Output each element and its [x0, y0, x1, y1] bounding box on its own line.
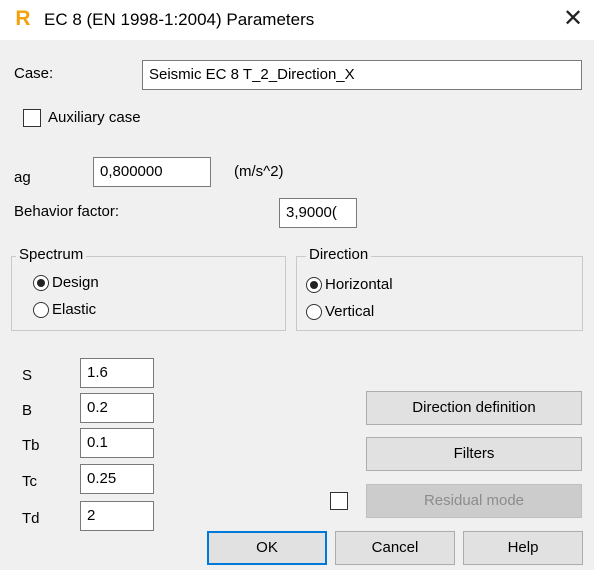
direction-vertical-radio[interactable] — [306, 304, 322, 320]
direction-horizontal-label: Horizontal — [325, 276, 393, 293]
app-logo-icon: R — [15, 7, 31, 30]
case-field[interactable]: Seismic EC 8 T_2_Direction_X — [142, 60, 582, 90]
auxiliary-case-checkbox[interactable] — [23, 109, 41, 127]
direction-definition-button[interactable]: Direction definition — [366, 391, 582, 425]
residual-mode-button: Residual mode — [366, 484, 582, 518]
param-td-label: Td — [22, 510, 40, 527]
ag-label: ag — [14, 169, 31, 186]
param-tc-field[interactable]: 0.25 — [80, 464, 154, 494]
ag-unit-label: (m/s^2) — [234, 163, 284, 180]
param-b-field[interactable]: 0.2 — [80, 393, 154, 423]
ok-button[interactable]: OK — [207, 531, 327, 565]
param-tb-field[interactable]: 0.1 — [80, 428, 154, 458]
param-tb-label: Tb — [22, 437, 40, 454]
param-tc-label: Tc — [22, 473, 37, 490]
filters-button[interactable]: Filters — [366, 437, 582, 471]
auxiliary-case-label: Auxiliary case — [48, 109, 141, 126]
param-s-label: S — [22, 367, 33, 384]
spectrum-design-label: Design — [52, 274, 99, 291]
ag-field[interactable]: 0,800000 — [93, 157, 211, 187]
title-bar: R EC 8 (EN 1998-1:2004) Parameters ✕ — [0, 0, 594, 40]
spectrum-elastic-radio[interactable] — [33, 302, 49, 318]
spectrum-design-radio[interactable] — [33, 275, 49, 291]
param-b-label: B — [22, 402, 33, 419]
help-button[interactable]: Help — [463, 531, 583, 565]
behavior-factor-label: Behavior factor: — [14, 203, 120, 220]
behavior-factor-field[interactable]: 3,9000( — [279, 198, 357, 228]
direction-group-title: Direction — [306, 246, 372, 264]
direction-vertical-label: Vertical — [325, 303, 375, 320]
close-icon[interactable]: ✕ — [558, 4, 588, 34]
spectrum-elastic-label: Elastic — [52, 301, 97, 318]
direction-horizontal-radio[interactable] — [306, 277, 322, 293]
spectrum-group-title: Spectrum — [16, 246, 87, 264]
residual-mode-checkbox[interactable] — [330, 492, 348, 510]
cancel-button[interactable]: Cancel — [335, 531, 455, 565]
param-td-field[interactable]: 2 — [80, 501, 154, 531]
param-s-field[interactable]: 1.6 — [80, 358, 154, 388]
case-label: Case: — [14, 65, 54, 82]
window-title: EC 8 (EN 1998-1:2004) Parameters — [44, 10, 315, 29]
